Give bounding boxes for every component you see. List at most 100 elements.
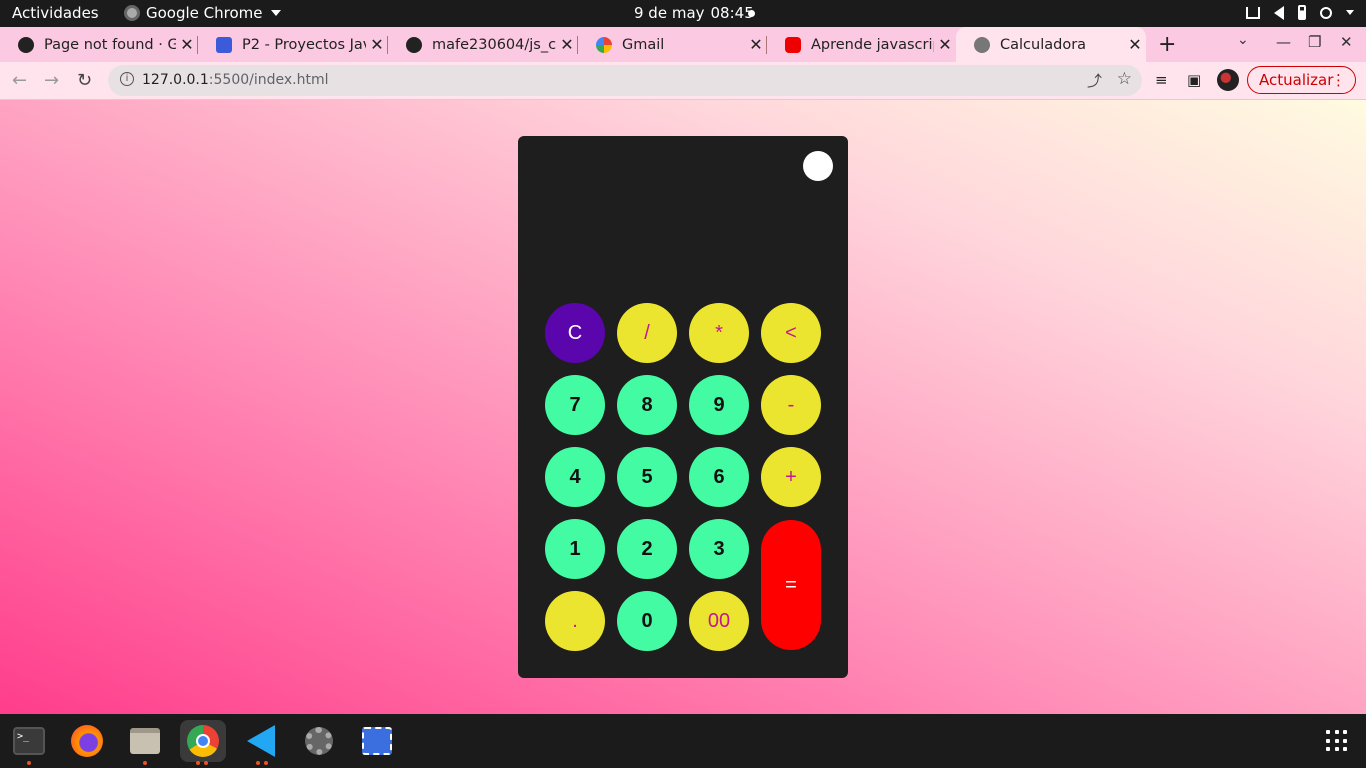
digit-4-button[interactable]: 4 [545, 447, 605, 507]
minimize-button[interactable]: — [1276, 33, 1291, 51]
address-url[interactable]: 127.0.0.1:5500/index.html [142, 72, 329, 88]
divide-button[interactable]: / [617, 303, 677, 363]
update-button[interactable]: Actualizar ⋮ [1247, 66, 1356, 94]
dock-vscode[interactable] [240, 720, 282, 765]
update-label: Actualizar [1259, 71, 1334, 89]
bookmark-star-icon[interactable]: ☆ [1117, 69, 1132, 89]
profile-avatar[interactable] [1217, 69, 1239, 91]
close-icon[interactable]: ✕ [176, 35, 198, 54]
dock-terminal[interactable]: >_ [8, 720, 50, 765]
battery-icon [1298, 5, 1306, 20]
backspace-button[interactable]: < [761, 303, 821, 363]
clock[interactable]: 9 de may 08:45 [634, 4, 754, 22]
network-icon [1246, 6, 1260, 19]
files-icon [130, 728, 160, 754]
tab-aprende-javascript[interactable]: Aprende javascript ✕ [767, 27, 956, 62]
terminal-icon: >_ [13, 727, 45, 755]
digit-0-button[interactable]: 0 [617, 591, 677, 651]
close-icon[interactable]: ✕ [745, 35, 767, 54]
gnome-top-bar: Actividades Google Chrome 9 de may 08:45 [0, 0, 1366, 27]
youtube-icon [785, 36, 801, 53]
running-indicator [256, 761, 260, 765]
vscode-icon [247, 725, 275, 757]
running-indicator [264, 761, 268, 765]
back-button[interactable]: ← [12, 70, 27, 91]
close-window-button[interactable]: ✕ [1340, 33, 1353, 51]
running-indicator [27, 761, 31, 765]
app-menu-label: Google Chrome [146, 4, 263, 22]
tab-strip: Page not found · GitHub ✕ P2 - Proyectos… [0, 27, 1366, 62]
show-apps-grid-icon[interactable] [1326, 730, 1348, 752]
digit-6-button[interactable]: 6 [689, 447, 749, 507]
dock-files[interactable] [124, 720, 166, 765]
side-panel-icon[interactable]: ▣ [1187, 71, 1201, 89]
calculator-display [538, 196, 828, 286]
new-tab-button[interactable]: + [1158, 32, 1176, 57]
volume-icon [1274, 5, 1284, 20]
tab-page-not-found[interactable]: Page not found · GitHub ✕ [0, 27, 198, 62]
digit-9-button[interactable]: 9 [689, 375, 749, 435]
equals-button[interactable]: = [761, 520, 821, 650]
google-icon [596, 36, 612, 53]
dock-chrome[interactable] [180, 720, 226, 765]
close-icon[interactable]: ✕ [934, 35, 956, 54]
chrome-app-icon [124, 5, 140, 21]
calculator: C / * < 7 8 9 - 4 5 6 + 1 2 3 = . 0 00 [518, 136, 848, 678]
clock-date: 9 de may [634, 4, 705, 22]
digit-7-button[interactable]: 7 [545, 375, 605, 435]
tab-title: P2 - Proyectos JavaScript [242, 36, 366, 53]
digit-3-button[interactable]: 3 [689, 519, 749, 579]
globe-icon [974, 36, 990, 53]
clear-button[interactable]: C [545, 303, 605, 363]
digit-1-button[interactable]: 1 [545, 519, 605, 579]
menu-kebab-icon[interactable]: ⋮ [1331, 67, 1346, 93]
close-icon[interactable]: ✕ [556, 35, 578, 54]
system-tray[interactable] [1246, 5, 1354, 20]
running-indicator [204, 761, 208, 765]
github-icon [406, 36, 422, 53]
running-indicator [143, 761, 147, 765]
running-indicator [196, 761, 200, 765]
dock-firefox[interactable] [66, 720, 108, 762]
github-icon [18, 36, 34, 53]
tab-proyectos[interactable]: P2 - Proyectos JavaScript ✕ [198, 27, 388, 62]
digit-2-button[interactable]: 2 [617, 519, 677, 579]
chrome-icon [187, 725, 219, 757]
address-bar[interactable]: i 127.0.0.1:5500/index.html ⤴ ☆ [108, 65, 1142, 96]
power-icon [1320, 6, 1332, 19]
firefox-icon [71, 725, 103, 757]
theme-toggle[interactable] [803, 151, 833, 181]
digit-8-button[interactable]: 8 [617, 375, 677, 435]
decimal-point-button[interactable]: . [545, 591, 605, 651]
forward-button[interactable]: → [44, 70, 59, 91]
classroom-icon [216, 36, 232, 53]
tab-gmail[interactable]: Gmail ✕ [578, 27, 767, 62]
activities-button[interactable]: Actividades [12, 4, 99, 22]
tab-title: Page not found · GitHub [44, 36, 176, 53]
media-control-icon[interactable]: ≡ [1155, 71, 1168, 89]
dock-settings[interactable] [298, 720, 340, 762]
site-info-icon[interactable]: i [120, 72, 134, 86]
digit-5-button[interactable]: 5 [617, 447, 677, 507]
page-viewport: C / * < 7 8 9 - 4 5 6 + 1 2 3 = . 0 00 [0, 100, 1366, 714]
close-icon[interactable]: ✕ [366, 35, 388, 54]
app-menu[interactable]: Google Chrome [124, 4, 281, 22]
share-icon[interactable]: ⤴ [1087, 70, 1102, 91]
dock: >_ [0, 714, 1366, 768]
reload-button[interactable]: ↻ [77, 70, 92, 91]
notification-dot-icon [748, 10, 755, 17]
close-icon[interactable]: ✕ [1124, 35, 1146, 54]
dock-screenshot[interactable] [356, 720, 398, 762]
tab-title: Calculadora [1000, 36, 1087, 53]
restore-button[interactable]: ❐ [1308, 33, 1321, 51]
tab-title: Gmail [622, 36, 665, 53]
tab-calculadora[interactable]: Calculadora ✕ [956, 27, 1146, 62]
tab-search-icon[interactable]: ⌄ [1237, 32, 1249, 48]
chevron-down-icon [270, 10, 281, 16]
tab-js-course[interactable]: mafe230604/js_course ✕ [388, 27, 578, 62]
tab-title: mafe230604/js_course [432, 36, 556, 53]
plus-button[interactable]: + [761, 447, 821, 507]
minus-button[interactable]: - [761, 375, 821, 435]
double-zero-button[interactable]: 00 [689, 591, 749, 651]
multiply-button[interactable]: * [689, 303, 749, 363]
